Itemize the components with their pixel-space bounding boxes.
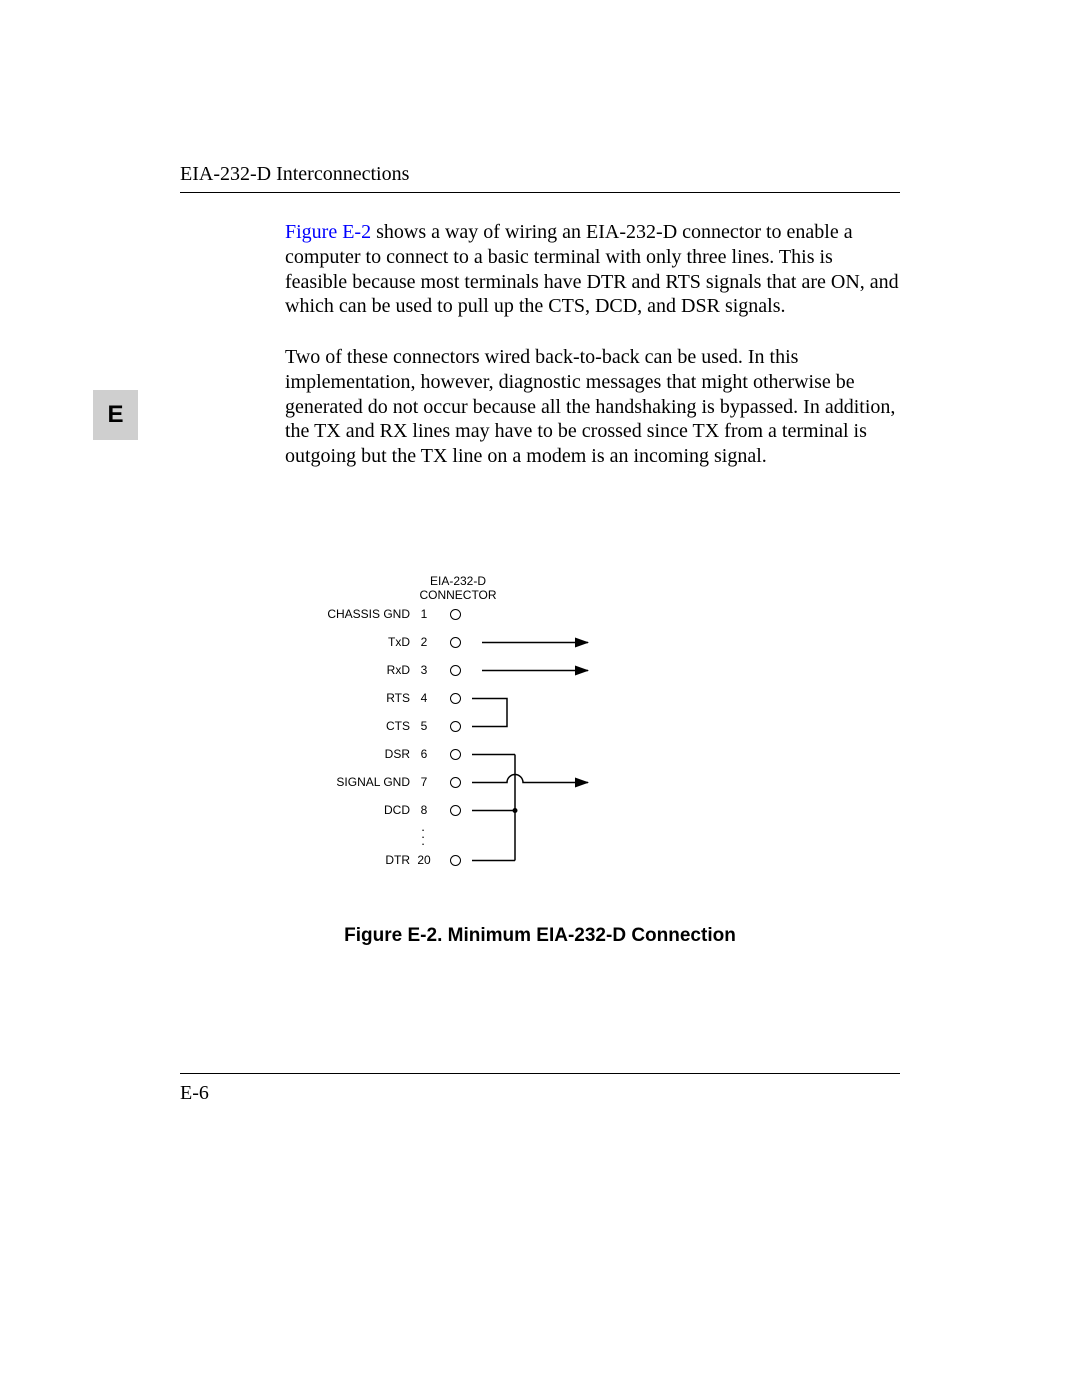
- footer-rule: [180, 1073, 900, 1074]
- page-footer: E-6: [180, 1065, 900, 1105]
- pin-1-num: 1: [416, 607, 432, 621]
- figure-e2-link[interactable]: Figure E-2: [285, 221, 371, 243]
- pin-20-num: 20: [416, 853, 432, 867]
- connector-diagram: EIA-232-D CONNECTOR CHASSIS GND 1 TxD 2 …: [310, 575, 710, 895]
- pin-3-label: RxD: [320, 663, 410, 677]
- pin-4-label: RTS: [320, 691, 410, 705]
- figure-caption: Figure E-2. Minimum EIA-232-D Connection: [180, 925, 900, 947]
- appendix-tab-label: E: [107, 401, 123, 429]
- page-number: E-6: [180, 1082, 900, 1105]
- pin-8-num: 8: [416, 803, 432, 817]
- pin-6-num: 6: [416, 747, 432, 761]
- pin-ellipsis: ...: [418, 823, 428, 844]
- pin-7-label: SIGNAL GND: [320, 775, 410, 789]
- diagram-title-line2: CONNECTOR: [419, 588, 496, 602]
- pin-2-num: 2: [416, 635, 432, 649]
- pin-3-num: 3: [416, 663, 432, 677]
- pin-20-label: DTR: [320, 853, 410, 867]
- pin-6-label: DSR: [320, 747, 410, 761]
- paragraph-2: Two of these connectors wired back-to-ba…: [285, 345, 900, 469]
- paragraph-1: Figure E-2 shows a way of wiring an EIA-…: [285, 220, 900, 319]
- header-title: EIA-232-D Interconnections: [180, 163, 900, 186]
- pin-7-num: 7: [416, 775, 432, 789]
- pin-1-label: CHASSIS GND: [320, 607, 410, 621]
- page: EIA-232-D Interconnections E Figure E-2 …: [0, 0, 1080, 1397]
- wiring-svg: [460, 605, 670, 875]
- pin-5-num: 5: [416, 719, 432, 733]
- paragraph-1-text: shows a way of wiring an EIA-232-D conne…: [285, 221, 899, 317]
- page-header: EIA-232-D Interconnections: [180, 163, 900, 201]
- pin-5-label: CTS: [320, 719, 410, 733]
- pin-2-label: TxD: [320, 635, 410, 649]
- header-rule: [180, 192, 900, 193]
- diagram-title-line1: EIA-232-D: [430, 574, 486, 588]
- pin-8-label: DCD: [320, 803, 410, 817]
- diagram-title: EIA-232-D CONNECTOR: [418, 575, 498, 603]
- pin-4-num: 4: [416, 691, 432, 705]
- appendix-tab: E: [93, 390, 138, 440]
